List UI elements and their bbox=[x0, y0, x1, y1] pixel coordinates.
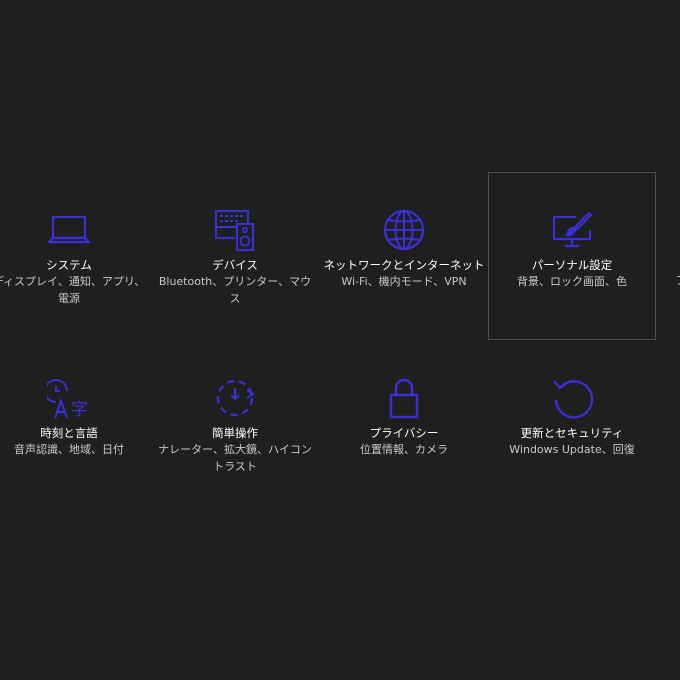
tile-description: 音声認識、地域、日付 bbox=[14, 443, 124, 456]
tile-label: パーソナル設定 bbox=[531, 258, 613, 272]
settings-home: システム ディスプレイ、通知、アプリ、電源 デバイス Bluetooth、プリン… bbox=[0, 0, 680, 680]
paintbrush-monitor-icon bbox=[489, 205, 655, 255]
tile-network[interactable]: ネットワークとインターネット Wi-Fi、機内モード、VPN bbox=[320, 172, 488, 340]
tile-label: 簡単操作 bbox=[212, 426, 258, 440]
ease-of-access-timer-icon bbox=[152, 373, 318, 423]
tile-description: ディスプレイ、通知、アプリ、電源 bbox=[0, 275, 146, 305]
tile-description: Bluetooth、プリンター、マウス bbox=[158, 275, 312, 305]
tile-label: 時刻と言語 bbox=[40, 426, 98, 440]
clipped-tile-description: ア bbox=[676, 272, 680, 289]
tile-description: Wi-Fi、機内モード、VPN bbox=[341, 275, 467, 288]
tile-description: ナレーター、拡大鏡、ハイコントラスト bbox=[158, 443, 312, 473]
svg-text:字: 字 bbox=[71, 400, 88, 420]
tile-system[interactable]: システム ディスプレイ、通知、アプリ、電源 bbox=[0, 172, 153, 340]
tile-description: Windows Update、回復 bbox=[509, 443, 635, 456]
globe-icon bbox=[321, 205, 487, 255]
tile-label: 更新とセキュリティ bbox=[520, 426, 624, 440]
tile-label: デバイス bbox=[212, 258, 258, 272]
tile-ease-of-access[interactable]: 簡単操作 ナレーター、拡大鏡、ハイコントラスト bbox=[151, 340, 319, 508]
tile-label: プライバシー bbox=[369, 426, 439, 440]
tile-time-language[interactable]: 字 時刻と言語 音声認識、地域、日付 bbox=[0, 340, 153, 508]
tile-personalization[interactable]: パーソナル設定 背景、ロック画面、色 bbox=[488, 172, 656, 340]
tile-privacy[interactable]: プライバシー 位置情報、カメラ bbox=[320, 340, 488, 508]
tile-description: 背景、ロック画面、色 bbox=[517, 275, 627, 288]
tile-description: 位置情報、カメラ bbox=[360, 443, 448, 456]
tile-devices[interactable]: デバイス Bluetooth、プリンター、マウス bbox=[151, 172, 319, 340]
keyboard-speaker-icon bbox=[152, 205, 318, 255]
tile-label: システム bbox=[46, 258, 92, 272]
tile-update-security[interactable]: 更新とセキュリティ Windows Update、回復 bbox=[488, 340, 656, 508]
laptop-icon bbox=[0, 205, 152, 255]
clock-language-icon: 字 bbox=[0, 373, 152, 423]
tile-label: ネットワークとインターネット bbox=[323, 258, 485, 272]
lock-icon bbox=[321, 373, 487, 423]
refresh-icon bbox=[489, 373, 655, 423]
